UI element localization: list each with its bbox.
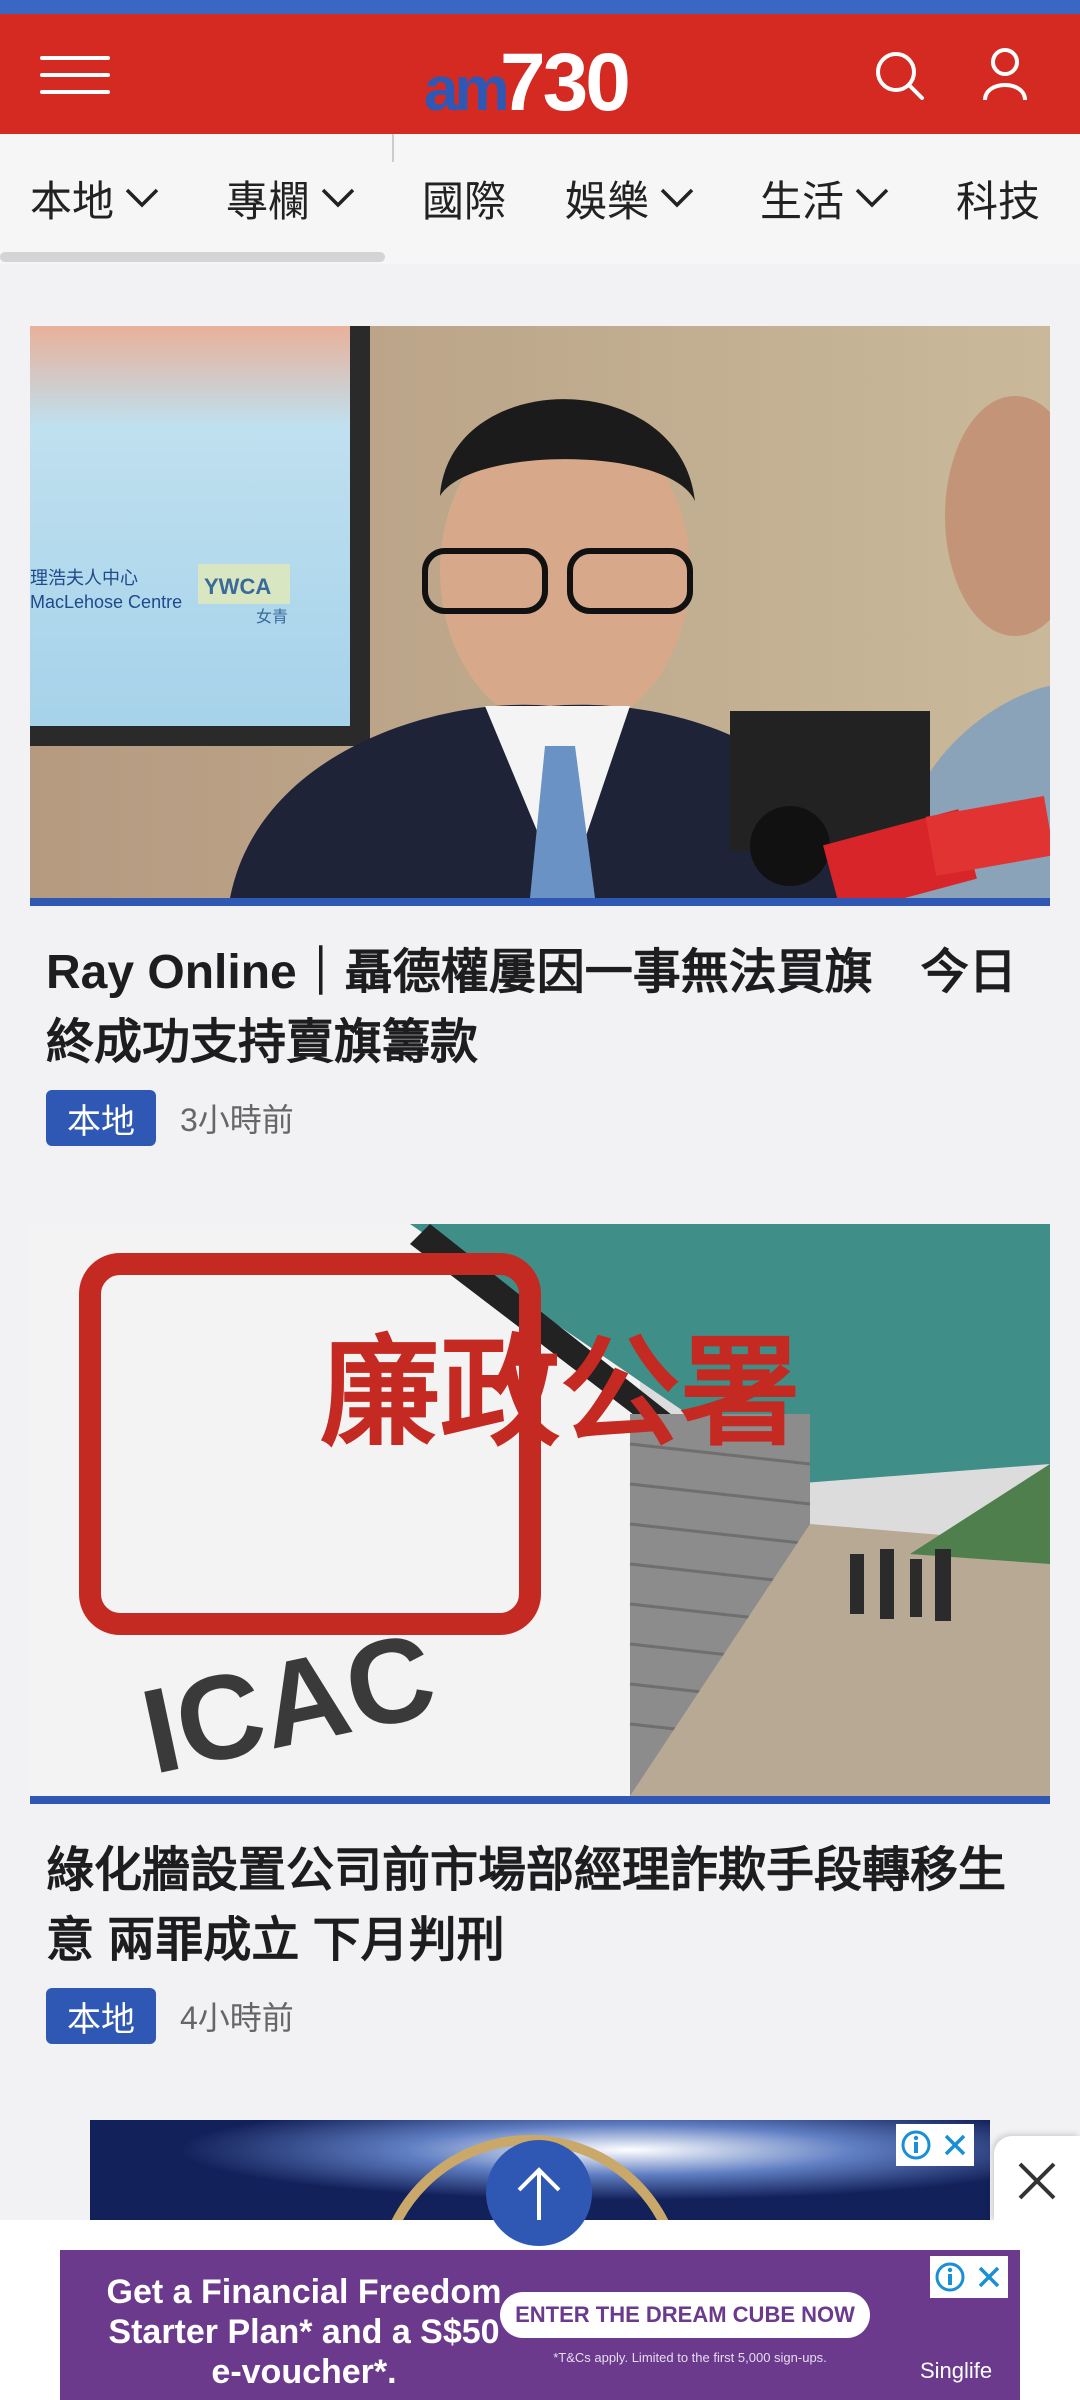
category-badge[interactable]: 本地: [46, 1090, 156, 1146]
nav-scroll-indicator: [0, 252, 385, 262]
chevron-down-icon: [125, 188, 159, 208]
ad-brand: Singlife: [920, 2358, 993, 2383]
article-time: 3小時前: [180, 1102, 294, 1138]
adchoices-info-icon[interactable]: [930, 2256, 1008, 2298]
search-icon[interactable]: [870, 42, 930, 106]
chevron-down-icon: [855, 188, 889, 208]
svg-text:YWCA: YWCA: [204, 574, 271, 599]
nav-item-lifestyle[interactable]: 生活: [760, 168, 890, 228]
user-account-icon[interactable]: [975, 42, 1035, 106]
nav-item-local[interactable]: 本地: [30, 168, 160, 228]
svg-text:理浩夫人中心: 理浩夫人中心: [30, 568, 138, 589]
svg-text:女青: 女青: [256, 607, 288, 626]
article-image[interactable]: 廉政公署 ICAC: [30, 1224, 1050, 1796]
category-badge[interactable]: 本地: [46, 1988, 156, 2044]
scroll-to-top-button[interactable]: [486, 2140, 592, 2246]
category-nav: 本地 專欄 國際 娛樂 生活 科技: [0, 134, 1080, 264]
close-icon: [944, 2134, 966, 2156]
site-logo[interactable]: am 730: [420, 32, 650, 128]
arrow-up-icon: [517, 2167, 561, 2220]
image-accent-bar: [30, 898, 1050, 906]
logo-prefix: am: [424, 55, 506, 122]
bottom-ad-banner[interactable]: Get a Financial Freedom Starter Plan* an…: [60, 2250, 1020, 2400]
site-header: am 730: [0, 14, 1080, 134]
nav-item-international[interactable]: 國際: [422, 168, 506, 228]
article-image[interactable]: 理浩夫人中心 MacLehose Centre YWCA 女青: [30, 326, 1050, 898]
close-icon: [1018, 2162, 1056, 2200]
ad-fine-print: *T&Cs apply. Limited to the first 5,000 …: [553, 2350, 827, 2365]
image-accent-bar: [30, 1796, 1050, 1804]
nav-divider: [392, 134, 394, 162]
nav-item-columns[interactable]: 專欄: [226, 168, 356, 228]
top-accent-stripe: [0, 0, 1080, 14]
article-title[interactable]: Ray Online｜聶德權屢因一事無法買旗 今日終成功支持賣旗籌款: [46, 938, 1036, 1078]
chevron-down-icon: [660, 188, 694, 208]
ad-headline: Get a Financial Freedom Starter Plan* an…: [106, 2273, 502, 2391]
hamburger-menu-icon[interactable]: [40, 50, 110, 100]
nav-item-tech[interactable]: 科技: [956, 168, 1040, 228]
chevron-down-icon: [321, 188, 355, 208]
adchoices-info-icon[interactable]: [896, 2124, 974, 2166]
svg-text:廉政公署: 廉政公署: [320, 1322, 800, 1463]
close-icon: [978, 2266, 1000, 2288]
ad-cta-button[interactable]: ENTER THE DREAM CUBE NOW: [500, 2292, 870, 2338]
article-title[interactable]: 綠化牆設置公司前市場部經理詐欺手段轉移生意 兩罪成立 下月判刑: [46, 1836, 1036, 1976]
svg-text:MacLehose Centre: MacLehose Centre: [30, 592, 182, 612]
nav-item-entertainment[interactable]: 娛樂: [565, 168, 695, 228]
article-time: 4小時前: [180, 2000, 294, 2036]
logo-number: 730: [500, 37, 628, 122]
ad-close-tab[interactable]: [994, 2136, 1080, 2222]
